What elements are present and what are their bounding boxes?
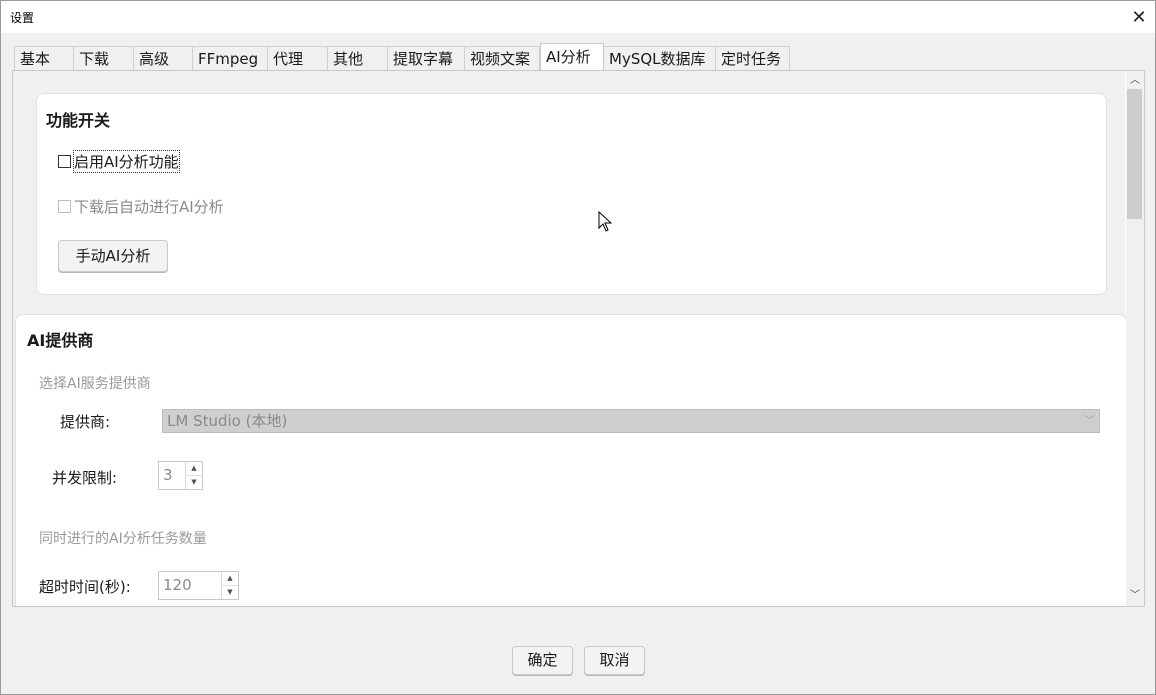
tab-panel: 功能开关 启用AI分析功能 下载后自动进行AI分析 手动AI分析 AI提供商 选…: [12, 70, 1145, 607]
scroll-content: 功能开关 启用AI分析功能 下载后自动进行AI分析 手动AI分析 AI提供商 选…: [13, 71, 1127, 606]
spin-down-icon[interactable]: ▼: [186, 475, 202, 489]
close-icon[interactable]: ✕: [1123, 1, 1155, 33]
tab-bar: 基本 下载 高级 FFmpeg 代理 其他 提取字幕 视频文案 AI分析 MyS…: [14, 43, 790, 71]
tab-other[interactable]: 其他: [328, 46, 388, 70]
provider-hint: 选择AI服务提供商: [39, 376, 151, 392]
mouse-cursor-icon: [598, 211, 613, 232]
tab-extract-subtitles[interactable]: 提取字幕: [388, 46, 465, 70]
tab-proxy[interactable]: 代理: [268, 46, 328, 70]
spin-down-icon[interactable]: ▼: [222, 585, 238, 599]
checkbox-box[interactable]: [58, 155, 71, 168]
spin-buttons: ▲ ▼: [185, 462, 202, 489]
vertical-scrollbar[interactable]: ︿ ﹀: [1126, 71, 1144, 606]
chevron-down-icon: ﹀: [1084, 414, 1095, 427]
checkbox-box[interactable]: [58, 200, 71, 213]
spin-up-icon[interactable]: ▲: [222, 572, 238, 585]
cancel-button[interactable]: 取消: [584, 646, 645, 675]
spin-up-icon[interactable]: ▲: [186, 462, 202, 475]
tab-advanced[interactable]: 高级: [134, 46, 193, 70]
enable-ai-label[interactable]: 启用AI分析功能: [73, 150, 180, 173]
provider-select[interactable]: LM Studio (本地) ﹀: [162, 409, 1100, 433]
provider-label: 提供商:: [60, 413, 111, 431]
title-bar: 设置 ✕: [1, 1, 1155, 33]
tab-video-copy[interactable]: 视频文案: [465, 46, 540, 70]
tab-download[interactable]: 下载: [74, 46, 134, 70]
timeout-spinbox[interactable]: 120 ▲ ▼: [158, 571, 239, 600]
auto-analyze-label: 下载后自动进行AI分析: [74, 198, 224, 216]
tab-scheduled-tasks[interactable]: 定时任务: [716, 46, 790, 70]
concurrency-spinbox[interactable]: 3 ▲ ▼: [158, 461, 203, 490]
provider-select-value: LM Studio (本地): [167, 412, 288, 430]
auto-analyze-checkbox[interactable]: 下载后自动进行AI分析: [58, 196, 224, 217]
tab-ffmpeg[interactable]: FFmpeg: [193, 46, 268, 70]
ai-provider-group: AI提供商 选择AI服务提供商 提供商: LM Studio (本地) ﹀ 并发…: [15, 314, 1127, 606]
tab-basic[interactable]: 基本: [14, 46, 74, 70]
provider-group-title: AI提供商: [27, 331, 94, 350]
scroll-up-icon[interactable]: ︿: [1126, 73, 1144, 89]
settings-dialog: 设置 ✕ 基本 下载 高级 FFmpeg 代理 其他 提取字幕 视频文案 AI分…: [0, 0, 1156, 695]
ok-button[interactable]: 确定: [512, 646, 573, 675]
timeout-value[interactable]: 120: [163, 576, 192, 594]
tab-ai-analysis[interactable]: AI分析: [540, 43, 604, 70]
concurrency-hint: 同时进行的AI分析任务数量: [39, 531, 207, 547]
spin-buttons: ▲ ▼: [221, 572, 238, 599]
scrollbar-thumb[interactable]: [1127, 89, 1142, 219]
enable-ai-checkbox[interactable]: 启用AI分析功能: [58, 150, 180, 173]
feature-group-title: 功能开关: [46, 111, 111, 130]
manual-ai-analysis-button[interactable]: 手动AI分析: [58, 240, 168, 272]
feature-switch-group: 功能开关 启用AI分析功能 下载后自动进行AI分析 手动AI分析: [36, 93, 1107, 295]
concurrency-value[interactable]: 3: [163, 466, 173, 484]
scroll-down-icon[interactable]: ﹀: [1126, 588, 1144, 604]
timeout-label: 超时时间(秒):: [39, 578, 131, 596]
tab-mysql[interactable]: MySQL数据库: [604, 46, 716, 70]
concurrency-label: 并发限制:: [52, 469, 118, 487]
window-title: 设置: [10, 11, 35, 25]
